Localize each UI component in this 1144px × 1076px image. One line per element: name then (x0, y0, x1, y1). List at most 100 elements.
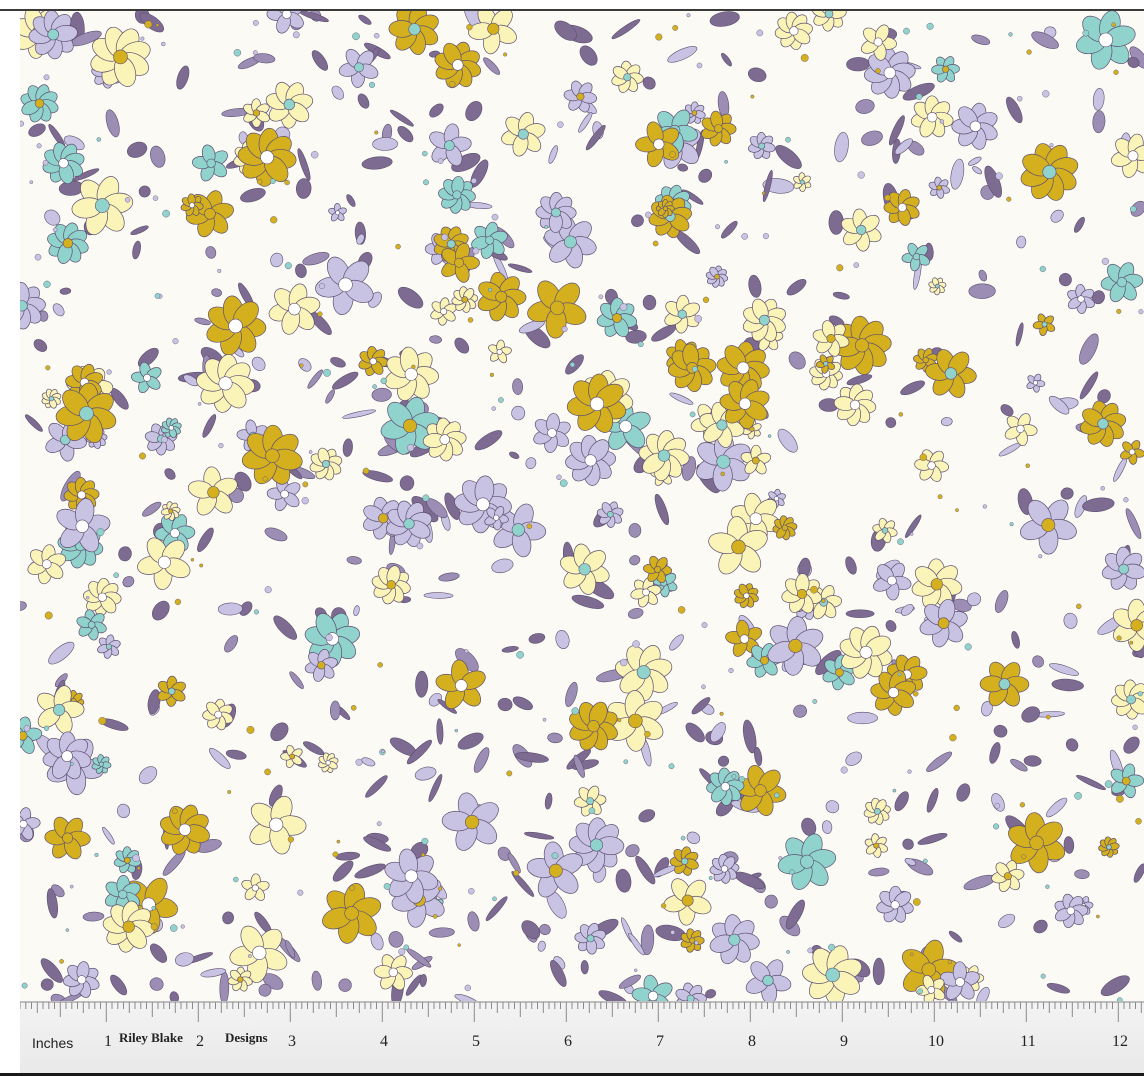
berry (438, 886, 443, 891)
berry (44, 611, 53, 620)
berry (284, 262, 292, 270)
floral-pattern-svg (20, 11, 1144, 1001)
leaf (872, 957, 885, 985)
berry (422, 150, 428, 157)
berry (588, 807, 596, 815)
ruler-ticks (20, 1001, 1144, 1022)
berry (197, 402, 202, 406)
berry (884, 194, 891, 202)
berry (761, 191, 766, 196)
berry (155, 23, 160, 27)
berry (1138, 309, 1144, 315)
berry (21, 982, 28, 989)
berry (472, 247, 480, 255)
ruler-number-9: 9 (840, 1033, 848, 1050)
berry (1026, 49, 1032, 55)
berry (559, 479, 568, 488)
leaf (423, 592, 454, 599)
berry (264, 586, 272, 594)
berry (217, 268, 222, 273)
berry (252, 50, 258, 55)
berry (1104, 780, 1113, 788)
berry (1129, 640, 1134, 645)
berry (1100, 486, 1105, 491)
berry (708, 876, 713, 880)
berry (227, 790, 232, 794)
berry (124, 197, 131, 203)
ruler-number-1: 1 (104, 1033, 112, 1050)
berry (172, 808, 178, 814)
berry (398, 948, 406, 956)
berry (1116, 795, 1124, 803)
berry (821, 598, 826, 603)
berry (561, 326, 568, 333)
berry (786, 950, 790, 954)
berry (1130, 205, 1137, 213)
inch-ruler: Inches Riley Blake Designs 1 2 3 4 5 6 7 8 9 10 11… (20, 1001, 1144, 1073)
berry (1111, 22, 1116, 28)
berry (903, 27, 910, 35)
berry (190, 558, 195, 562)
berry (332, 851, 339, 858)
berry (161, 436, 168, 443)
berry (1025, 463, 1030, 468)
berry (489, 372, 494, 377)
berry (939, 119, 945, 124)
berry (113, 572, 119, 579)
berry (689, 411, 696, 418)
berry (297, 889, 304, 896)
berry (655, 33, 663, 41)
berry (464, 984, 471, 992)
berry (619, 303, 628, 311)
ruler-number-2: 2 (196, 1033, 204, 1050)
berry (85, 596, 90, 600)
berry (69, 884, 74, 889)
berry (909, 952, 914, 957)
berry (376, 821, 382, 827)
berry (323, 368, 331, 377)
leaf (628, 523, 642, 538)
berry (139, 452, 146, 460)
berry (301, 497, 309, 505)
berry (913, 898, 921, 906)
berry (470, 177, 477, 184)
berry (696, 62, 703, 69)
berry (317, 311, 323, 317)
berry (29, 180, 34, 184)
berry (1038, 554, 1043, 559)
berry (836, 264, 844, 272)
berry (1082, 29, 1090, 37)
berry (491, 213, 499, 221)
berry (634, 968, 638, 972)
flower (655, 199, 675, 218)
berry (464, 649, 469, 654)
berry (672, 24, 679, 31)
berry (96, 137, 102, 142)
berry (516, 651, 524, 659)
berry (36, 143, 42, 149)
berry (853, 262, 860, 268)
berry (912, 690, 919, 697)
berry (702, 296, 710, 303)
berry (449, 80, 456, 88)
berry (492, 896, 497, 902)
berry (20, 120, 24, 127)
berry (403, 944, 410, 951)
berry (421, 837, 429, 845)
berry (262, 476, 268, 482)
leaf (968, 283, 996, 299)
berry (660, 903, 667, 909)
berry (1040, 973, 1046, 979)
ruler-number-4: 4 (380, 1033, 388, 1050)
berry (644, 730, 651, 738)
berry (1049, 143, 1054, 148)
berry (52, 227, 58, 232)
berry (352, 32, 360, 41)
berry (701, 684, 706, 690)
berry (677, 606, 686, 614)
berry (172, 338, 179, 345)
berry (1123, 497, 1129, 503)
berry (637, 341, 644, 348)
berry (457, 943, 461, 947)
berry (897, 672, 902, 677)
